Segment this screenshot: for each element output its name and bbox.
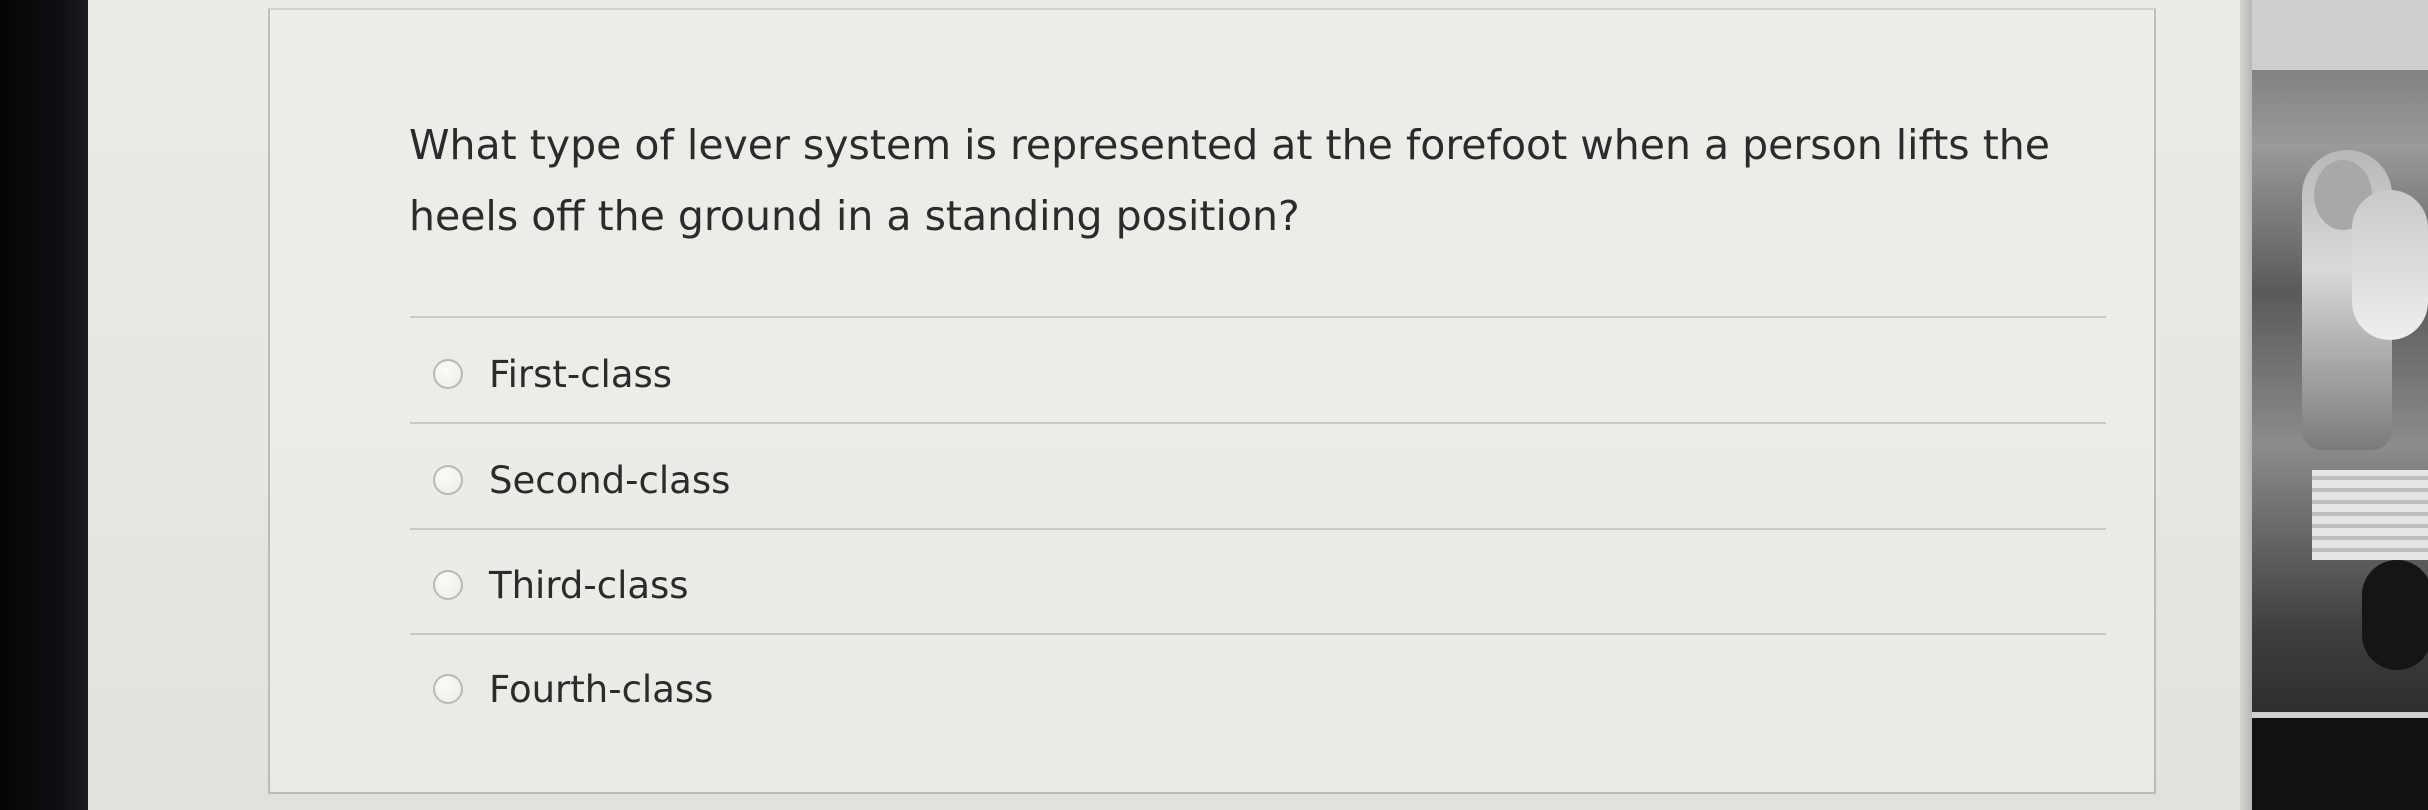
divider xyxy=(410,633,2106,635)
answer-label: Fourth-class xyxy=(489,667,714,711)
answer-label: Third-class xyxy=(489,563,689,607)
photo-sky xyxy=(2252,0,2428,70)
question-text: What type of lever system is represented… xyxy=(409,121,2050,240)
answer-label: Second-class xyxy=(489,458,731,502)
quiz-page: What type of lever system is represented… xyxy=(88,0,2258,810)
answer-option-fourth-class[interactable]: Fourth-class xyxy=(433,659,713,719)
answer-option-second-class[interactable]: Second-class xyxy=(433,450,730,510)
radio-button[interactable] xyxy=(433,570,463,600)
radio-button[interactable] xyxy=(433,359,463,389)
photo-child xyxy=(2352,190,2428,340)
photo-frame-dark xyxy=(2252,718,2428,810)
photo-hair xyxy=(2362,560,2428,670)
divider xyxy=(410,422,2106,424)
photographed-screen: What type of lever system is represented… xyxy=(0,0,2428,810)
monitor-bezel-left xyxy=(0,0,88,810)
question-card: What type of lever system is represented… xyxy=(268,8,2156,794)
background-photo xyxy=(2252,0,2428,810)
radio-button[interactable] xyxy=(433,674,463,704)
divider xyxy=(410,528,2106,530)
answer-label: First-class xyxy=(489,352,673,396)
divider xyxy=(410,316,2106,318)
photo-bench xyxy=(2312,470,2428,560)
radio-button[interactable] xyxy=(433,465,463,495)
answer-option-third-class[interactable]: Third-class xyxy=(433,555,689,615)
answer-option-first-class[interactable]: First-class xyxy=(433,344,672,404)
